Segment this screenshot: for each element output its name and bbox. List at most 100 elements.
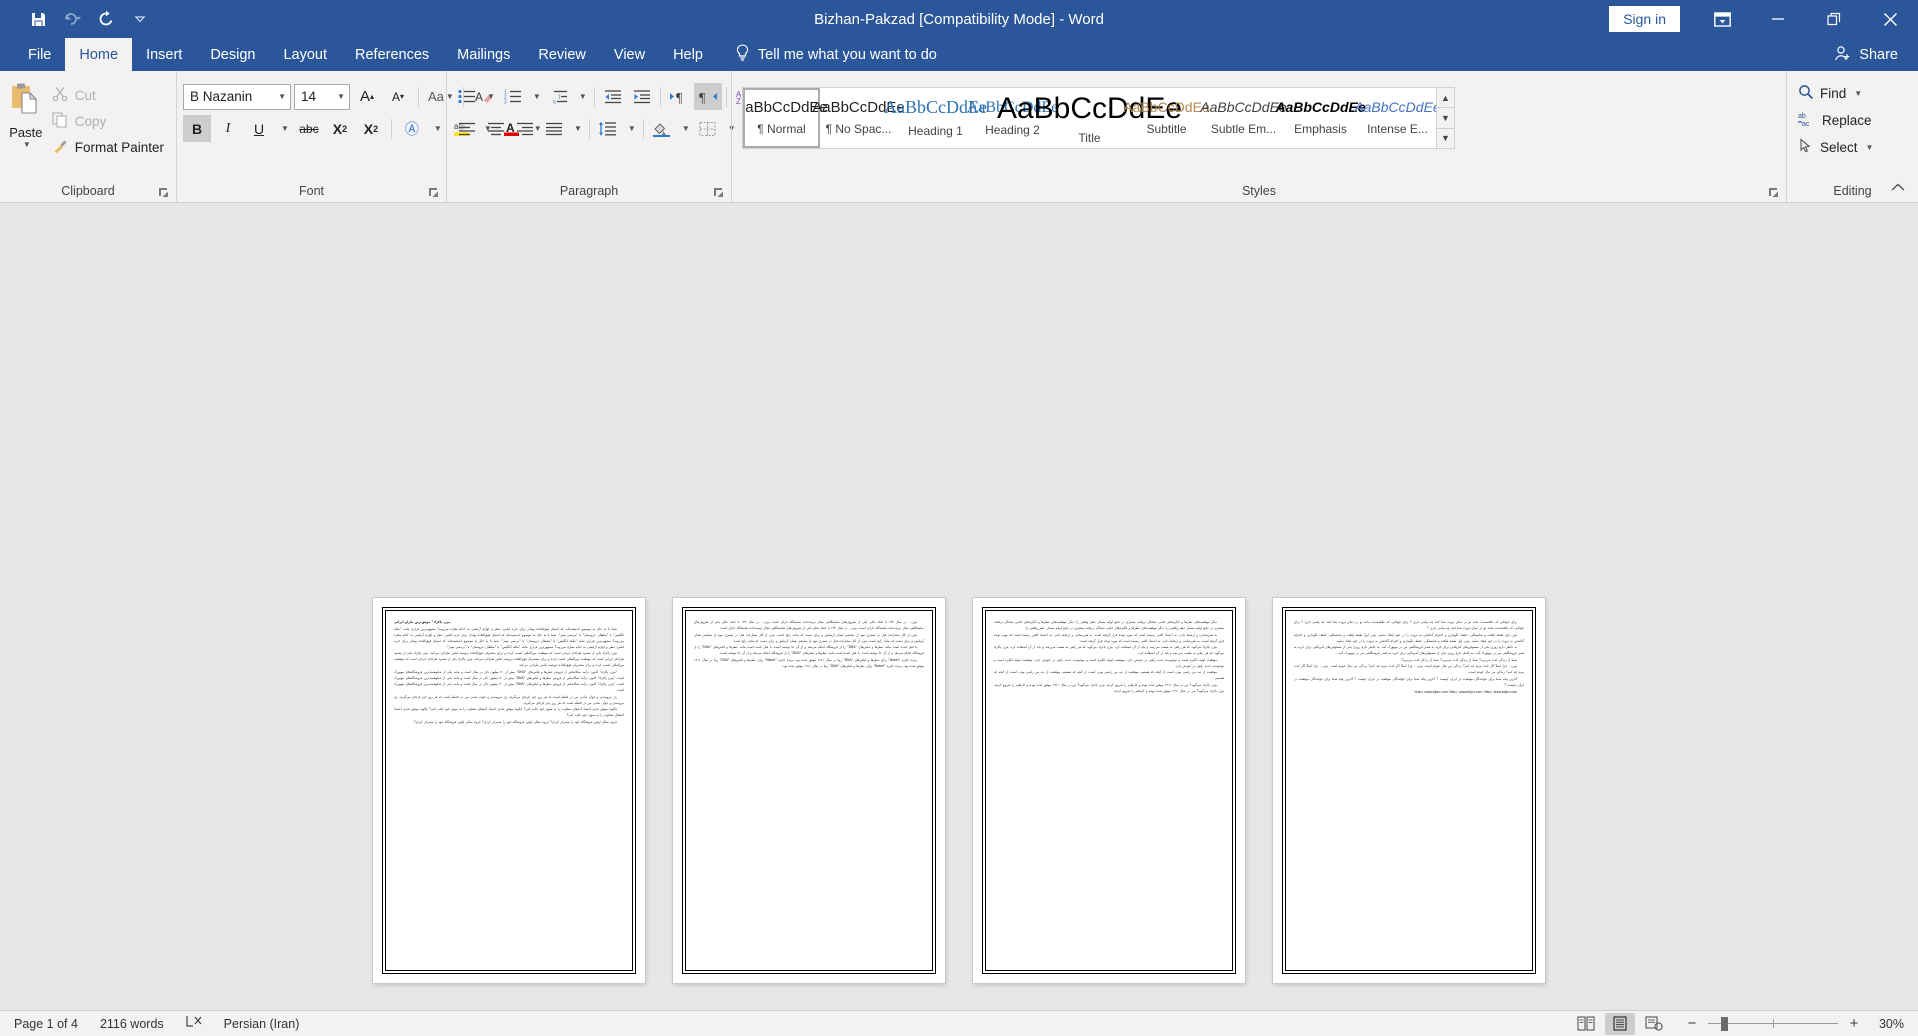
right-to-left-text-direction-button[interactable]: ¶ [693,83,722,110]
zoom-slider-thumb[interactable] [1720,1016,1728,1031]
multilevel-list-dropdown-icon[interactable]: ▼ [574,83,590,110]
shading-dropdown-icon[interactable]: ▼ [677,115,693,142]
shrink-font-button[interactable]: A ▾ [384,83,412,110]
redo-icon[interactable] [90,4,122,34]
tab-file[interactable]: File [14,38,65,71]
align-right-button[interactable] [511,115,539,142]
multilevel-list-button[interactable]: 1a [545,83,573,110]
tab-design[interactable]: Design [196,38,269,71]
align-left-button[interactable] [453,115,481,142]
text-effects-button[interactable]: Ⓐ [398,115,426,142]
style-item-normal[interactable]: AaBbCcDdEe ¶ Normal [743,88,828,148]
zoom-slider[interactable] [1708,1016,1838,1031]
paste-dropdown-icon[interactable]: ▼ [23,140,31,149]
tell-me-search-box[interactable]: Tell me what you want to do [717,38,949,71]
word-count-status[interactable]: 2116 words [100,1017,164,1031]
zoom-level-label[interactable]: 30% [1870,1017,1904,1031]
bold-button[interactable]: B [183,115,211,142]
cut-button[interactable]: Cut [46,84,170,107]
close-icon[interactable] [1862,0,1918,38]
styles-dialog-launcher-icon[interactable] [1768,186,1780,198]
styles-scroll-down-button[interactable]: ▼ [1437,108,1454,129]
document-canvas[interactable]: بیژن پاکزاد" موفق‌ترین طراح ایرانی شما تا… [0,203,1918,1010]
proofing-errors-icon[interactable] [186,1015,202,1032]
ribbon-display-options-icon[interactable] [1694,0,1750,38]
undo-icon[interactable] [56,4,88,34]
text-effects-dropdown-icon[interactable]: ▼ [429,115,445,142]
find-button[interactable]: Find ▼ [1793,82,1878,105]
tab-review[interactable]: Review [524,38,600,71]
document-page-3[interactable]: دیگر موقعیت‌های عطرها و انگیزه‌های جانبی… [973,598,1245,983]
decrease-indent-button[interactable] [599,83,627,110]
justify-button[interactable] [540,115,568,142]
paragraph-dialog-launcher-icon[interactable] [713,186,725,198]
style-item-subtle-em[interactable]: AaBbCcDdEe Subtle Em... [1200,88,1286,148]
superscript-button[interactable]: X2 [357,115,385,142]
increase-indent-button[interactable] [628,83,656,110]
font-name-combo[interactable]: B Nazanin ▼ [183,83,291,110]
language-status[interactable]: Persian (Iran) [224,1017,300,1031]
line-spacing-dropdown-icon[interactable]: ▼ [623,115,639,142]
paste-button[interactable]: Paste ▼ [6,78,46,149]
chevron-down-icon[interactable]: ▼ [278,92,286,101]
page-number-status[interactable]: Page 1 of 4 [14,1017,78,1031]
save-icon[interactable] [22,4,54,34]
style-item-title[interactable]: AaBbCcDdEe Title [997,88,1182,148]
document-page-2[interactable]: بیژن ، در سال ۱۳۲ با کمک مالی یکی از معر… [673,598,945,983]
tab-insert[interactable]: Insert [132,38,196,71]
style-item-emphasis[interactable]: AaBbCcDdEe Emphasis [1275,88,1365,148]
minimize-icon[interactable] [1750,0,1806,38]
customize-quick-access-toolbar-icon[interactable] [124,4,156,34]
numbering-dropdown-icon[interactable]: ▼ [528,83,544,110]
zoom-in-button[interactable]: + [1847,1015,1861,1032]
underline-dropdown-icon[interactable]: ▼ [276,115,292,142]
font-size-combo[interactable]: 14 ▼ [294,83,350,110]
borders-button[interactable] [694,115,722,142]
select-button[interactable]: Select ▼ [1793,136,1878,159]
tab-view[interactable]: View [600,38,659,71]
tab-help[interactable]: Help [659,38,717,71]
styles-more-button[interactable]: ▼ [1437,129,1454,148]
italic-button[interactable]: I [214,115,242,142]
tab-layout[interactable]: Layout [269,38,341,71]
line-and-paragraph-spacing-button[interactable] [594,115,622,142]
document-page-1[interactable]: بیژن پاکزاد" موفق‌ترین طراح ایرانی شما تا… [373,598,645,983]
style-item-subtitle[interactable]: AaBbCcDdEe Subtitle [1123,88,1209,148]
subscript-button[interactable]: X2 [326,115,354,142]
tab-home[interactable]: Home [65,38,133,71]
shading-button[interactable] [648,115,676,142]
numbering-button[interactable]: 123 [499,83,527,110]
underline-button[interactable]: U [245,115,273,142]
web-layout-view-button[interactable] [1639,1013,1669,1035]
restore-icon[interactable] [1806,0,1862,38]
sign-in-button[interactable]: Sign in [1609,6,1680,32]
strikethrough-button[interactable]: abc [295,115,323,142]
clipboard-dialog-launcher-icon[interactable] [158,186,170,198]
zoom-out-button[interactable]: − [1685,1015,1699,1032]
grow-font-button[interactable]: A ▴ [353,83,381,110]
share-button[interactable]: Share [1814,38,1918,71]
copy-button[interactable]: Copy [46,110,170,133]
font-dialog-launcher-icon[interactable] [428,186,440,198]
print-layout-view-button[interactable] [1605,1012,1635,1035]
read-mode-view-button[interactable] [1571,1013,1601,1035]
collapse-ribbon-icon[interactable] [1888,178,1908,196]
replace-button[interactable]: ab ac Replace [1793,109,1878,132]
justify-dropdown-icon[interactable]: ▼ [569,115,585,142]
styles-scrollbar[interactable]: ▲ ▼ ▼ [1437,87,1455,149]
style-item-heading-1[interactable]: AaBbCcDdEe Heading 1 [884,88,987,148]
styles-gallery[interactable]: AaBbCcDdEe ¶ Normal AaBbCcDdEe ¶ No Spac...… [742,87,1437,149]
bullets-dropdown-icon[interactable]: ▼ [482,83,498,110]
styles-scroll-up-button[interactable]: ▲ [1437,88,1454,109]
bullets-button[interactable] [453,83,481,110]
tab-references[interactable]: References [341,38,443,71]
find-dropdown-icon[interactable]: ▼ [1854,89,1862,98]
tab-mailings[interactable]: Mailings [443,38,524,71]
format-painter-button[interactable]: Format Painter [46,136,170,159]
align-center-button[interactable] [482,115,510,142]
select-dropdown-icon[interactable]: ▼ [1866,143,1874,152]
chevron-down-icon[interactable]: ▼ [337,92,345,101]
style-item-intense-e[interactable]: AaBbCcDdEe Intense E... [1354,88,1436,148]
left-to-right-text-direction-button[interactable]: ¶ [665,83,693,110]
style-item-no-spac[interactable]: AaBbCcDdEe ¶ No Spac... [812,88,905,148]
